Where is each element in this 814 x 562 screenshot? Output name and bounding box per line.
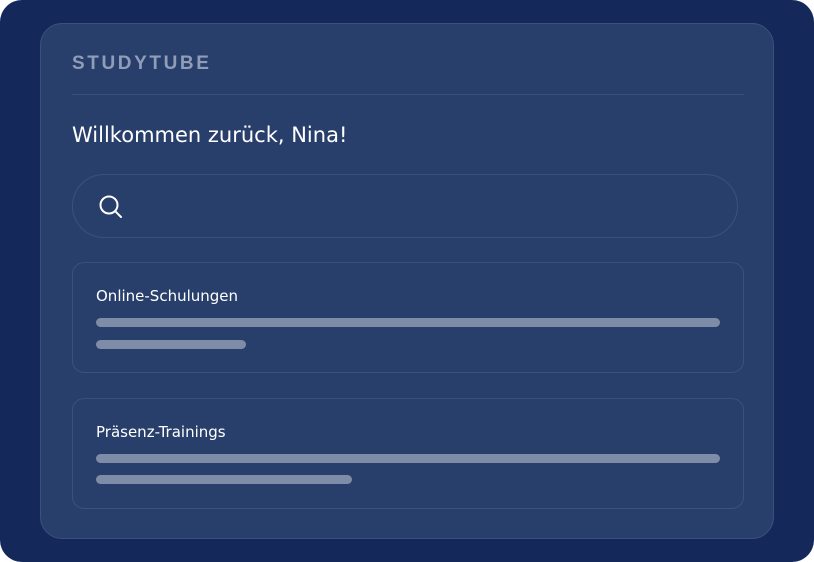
header-divider [72,94,744,95]
course-card-online-schulungen[interactable]: Online-Schulungen [72,262,744,373]
welcome-heading: Willkommen zurück, Nina! [72,123,348,147]
card-title: Online-Schulungen [96,287,239,305]
placeholder-line [96,475,352,484]
studytube-logo[interactable]: STUDYTUBE [72,52,212,76]
course-card-praesenz-trainings[interactable]: Präsenz-Trainings [72,398,744,509]
dashboard-panel: STUDYTUBE Willkommen zurück, Nina! Onlin… [40,23,774,539]
placeholder-line [96,318,720,327]
app-frame: STUDYTUBE Willkommen zurück, Nina! Onlin… [0,0,814,562]
card-title: Präsenz-Trainings [96,423,226,441]
search-bar[interactable] [72,174,738,238]
search-input[interactable] [137,185,721,227]
placeholder-line [96,340,246,349]
placeholder-line [96,454,720,463]
search-icon[interactable] [97,193,125,221]
